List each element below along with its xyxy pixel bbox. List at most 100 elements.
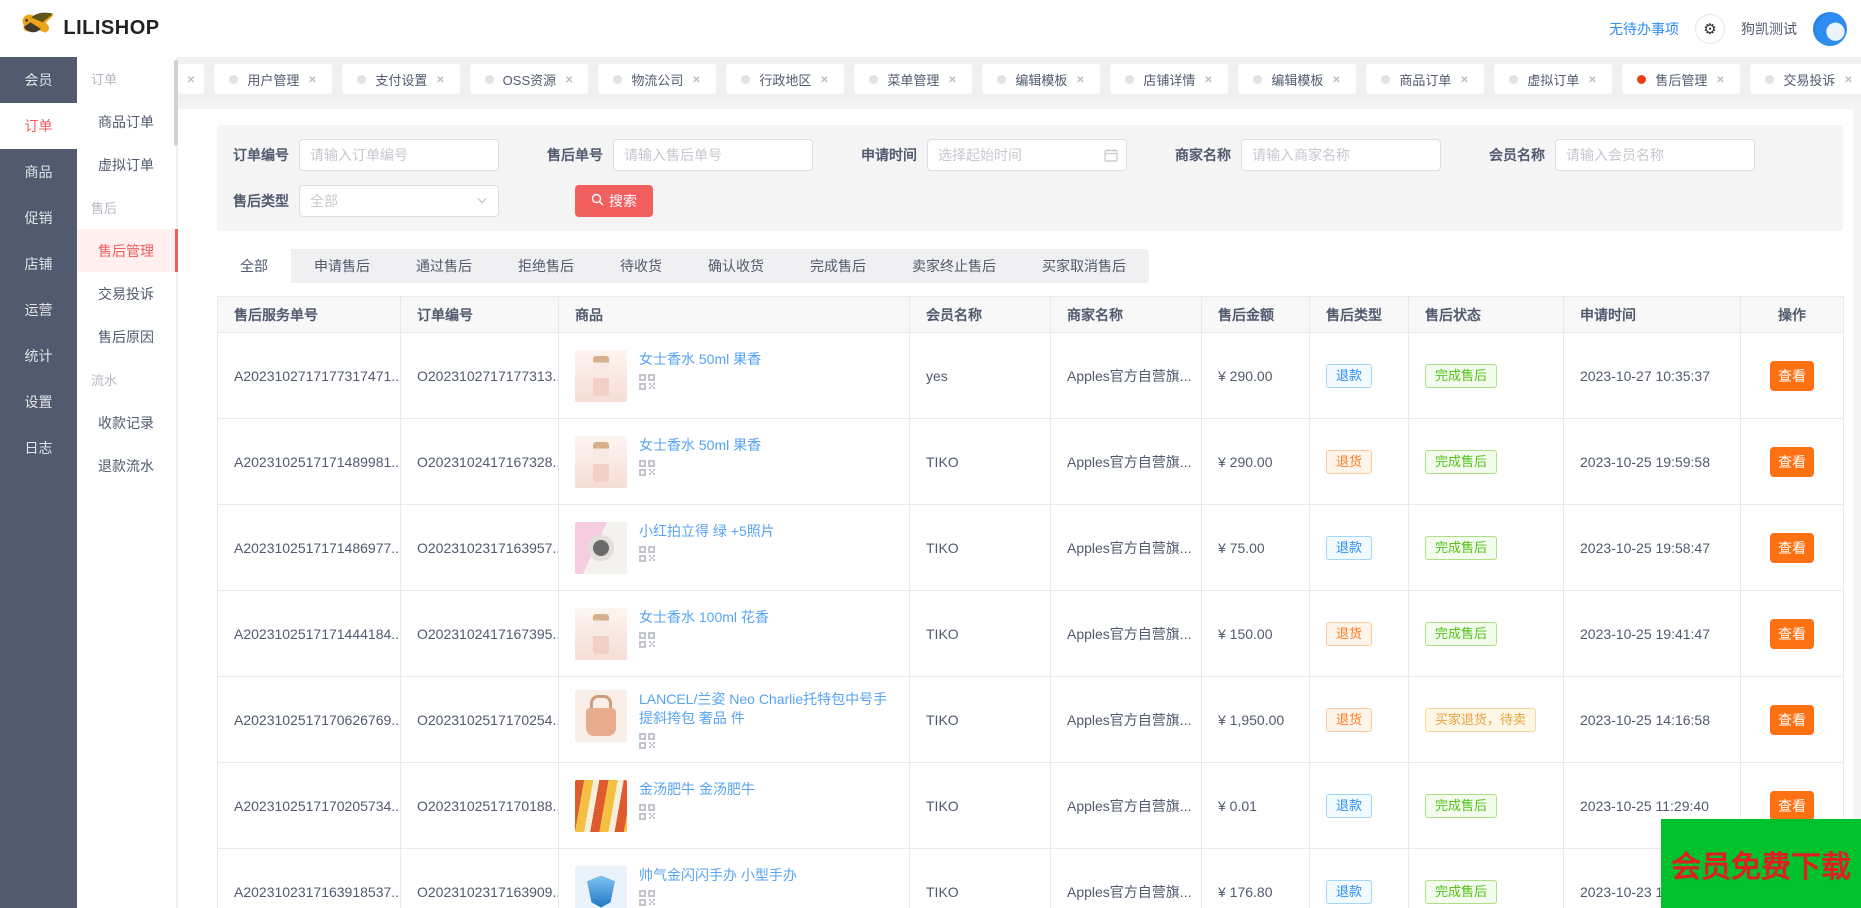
- page-tab[interactable]: 交易投诉 ×: [1750, 64, 1861, 94]
- main-sidebar: 会员 订单 商品 促销 店铺 运营 统计 设置 日志: [0, 57, 77, 908]
- close-icon[interactable]: ×: [1844, 72, 1852, 86]
- sidebar-item[interactable]: 店铺: [0, 241, 77, 287]
- submenu-entry[interactable]: 交易投诉: [77, 272, 176, 315]
- service-sn-cell: A2023102517170626769...: [217, 676, 401, 763]
- close-icon[interactable]: ×: [1460, 72, 1468, 86]
- qr-code-icon[interactable]: [639, 373, 761, 390]
- close-icon[interactable]: ×: [187, 72, 195, 86]
- store-cell: Apples官方自营旗...: [1050, 676, 1202, 763]
- status-cell: 完成售后: [1408, 848, 1564, 908]
- product-cell: 帅气金闪闪手办 小型手办: [558, 848, 910, 908]
- product-link[interactable]: 金汤肥牛 金汤肥牛: [639, 780, 755, 799]
- view-button[interactable]: 查看: [1770, 618, 1814, 649]
- apply-time-input[interactable]: [927, 139, 1127, 171]
- status-filter-chip[interactable]: 拒绝售后: [495, 249, 597, 283]
- sidebar-item[interactable]: 会员: [0, 57, 77, 103]
- sidebar-item[interactable]: 商品: [0, 149, 77, 195]
- scrollbar-thumb[interactable]: [174, 60, 178, 146]
- status-filter-chip[interactable]: 待收货: [597, 249, 685, 283]
- view-button[interactable]: 查看: [1770, 446, 1814, 477]
- page-tab[interactable]: ×: [178, 64, 204, 94]
- sidebar-item[interactable]: 促销: [0, 195, 77, 241]
- sidebar-item[interactable]: 运营: [0, 287, 77, 333]
- promo-overlay[interactable]: 会员免费下载: [1661, 819, 1861, 908]
- product-link[interactable]: 帅气金闪闪手办 小型手办: [639, 866, 797, 885]
- product-link[interactable]: 女士香水 100ml 花香: [639, 608, 769, 627]
- sidebar-item[interactable]: 设置: [0, 379, 77, 425]
- status-filter-chip[interactable]: 通过售后: [393, 249, 495, 283]
- product-link[interactable]: LANCEL/兰姿 Neo Charlie托特包中号手提斜挎包 奢品 件: [639, 690, 893, 728]
- page-tab-label: OSS资源: [502, 72, 557, 88]
- status-filter-bar: 全部 申请售后 通过售后 拒绝售后 待收货 确认收货 完成售后 卖家终止售后 买…: [217, 249, 1149, 283]
- type-cell: 退货: [1309, 676, 1409, 763]
- close-icon[interactable]: ×: [1716, 72, 1724, 86]
- qr-code-icon[interactable]: [639, 889, 797, 906]
- service-type-select[interactable]: 全部: [299, 185, 499, 217]
- close-icon[interactable]: ×: [565, 72, 573, 86]
- submenu-entry[interactable]: 流水: [77, 358, 176, 401]
- order-no-input[interactable]: [299, 139, 499, 171]
- service-no-input[interactable]: [613, 139, 813, 171]
- submenu-entry[interactable]: 商品订单: [77, 100, 176, 143]
- todo-link[interactable]: 无待办事项: [1609, 19, 1679, 39]
- view-button[interactable]: 查看: [1770, 532, 1814, 563]
- qr-code-icon[interactable]: [639, 631, 769, 648]
- product-link[interactable]: 女士香水 50ml 果香: [639, 350, 761, 369]
- sidebar-item[interactable]: 日志: [0, 425, 77, 471]
- submenu-entry[interactable]: 售后管理: [77, 229, 178, 272]
- page-tab[interactable]: 店铺详情 ×: [1110, 64, 1228, 94]
- close-icon[interactable]: ×: [1076, 72, 1084, 86]
- page-tab[interactable]: 行政地区 ×: [726, 64, 844, 94]
- store-cell: Apples官方自营旗...: [1050, 418, 1202, 505]
- page-tab[interactable]: OSS资源 ×: [470, 64, 588, 94]
- page-tab[interactable]: 编辑模板 ×: [982, 64, 1100, 94]
- qr-code-icon[interactable]: [639, 459, 761, 476]
- status-filter-chip[interactable]: 卖家终止售后: [889, 249, 1019, 283]
- page-tab[interactable]: 支付设置 ×: [342, 64, 460, 94]
- status-filter-chip[interactable]: 全部: [217, 249, 291, 283]
- view-button[interactable]: 查看: [1770, 360, 1814, 391]
- submenu-entry[interactable]: 售后: [77, 186, 176, 229]
- apply-time-cell: 2023-10-27 10:35:37: [1563, 332, 1741, 419]
- submenu-entry[interactable]: 退款流水: [77, 444, 176, 487]
- submenu-entry[interactable]: 售后原因: [77, 315, 176, 358]
- submenu-entry[interactable]: 虚拟订单: [77, 143, 176, 186]
- avatar[interactable]: [1813, 11, 1847, 46]
- qr-code-icon[interactable]: [639, 545, 775, 562]
- settings-button[interactable]: ⚙: [1695, 13, 1725, 44]
- sidebar-item[interactable]: 订单: [0, 103, 77, 149]
- search-button[interactable]: 搜索: [575, 185, 653, 217]
- page-tab[interactable]: 虚拟订单 ×: [1494, 64, 1612, 94]
- page-tab[interactable]: 编辑模板 ×: [1238, 64, 1356, 94]
- sidebar-item[interactable]: 统计: [0, 333, 77, 379]
- status-filter-chip[interactable]: 确认收货: [685, 249, 787, 283]
- page-tab[interactable]: 用户管理 ×: [214, 64, 332, 94]
- store-name-input[interactable]: [1241, 139, 1441, 171]
- status-filter-chip[interactable]: 申请售后: [291, 249, 393, 283]
- close-icon[interactable]: ×: [308, 72, 316, 86]
- qr-code-icon[interactable]: [639, 733, 893, 749]
- view-button[interactable]: 查看: [1770, 704, 1814, 735]
- close-icon[interactable]: ×: [1204, 72, 1212, 86]
- view-button[interactable]: 查看: [1770, 790, 1814, 821]
- sidebar-item-label: 日志: [24, 440, 53, 456]
- close-icon[interactable]: ×: [1332, 72, 1340, 86]
- status-filter-chip[interactable]: 买家取消售后: [1019, 249, 1149, 283]
- status-filter-chip[interactable]: 完成售后: [787, 249, 889, 283]
- submenu-entry[interactable]: 收款记录: [77, 401, 176, 444]
- page-tab[interactable]: 菜单管理 ×: [854, 64, 972, 94]
- close-icon[interactable]: ×: [1588, 72, 1596, 86]
- product-link[interactable]: 小红拍立得 绿 +5照片: [639, 522, 775, 541]
- page-tab-label: 菜单管理: [887, 72, 940, 88]
- product-link[interactable]: 女士香水 50ml 果香: [639, 436, 761, 455]
- page-tab[interactable]: 物流公司 ×: [598, 64, 716, 94]
- submenu-entry[interactable]: 订单: [77, 57, 176, 100]
- close-icon[interactable]: ×: [820, 72, 828, 86]
- qr-code-icon[interactable]: [639, 803, 755, 820]
- close-icon[interactable]: ×: [692, 72, 700, 86]
- page-tab[interactable]: 商品订单 ×: [1366, 64, 1484, 94]
- close-icon[interactable]: ×: [948, 72, 956, 86]
- member-name-input[interactable]: [1555, 139, 1755, 171]
- page-tab[interactable]: 售后管理 ×: [1622, 64, 1740, 94]
- close-icon[interactable]: ×: [436, 72, 444, 86]
